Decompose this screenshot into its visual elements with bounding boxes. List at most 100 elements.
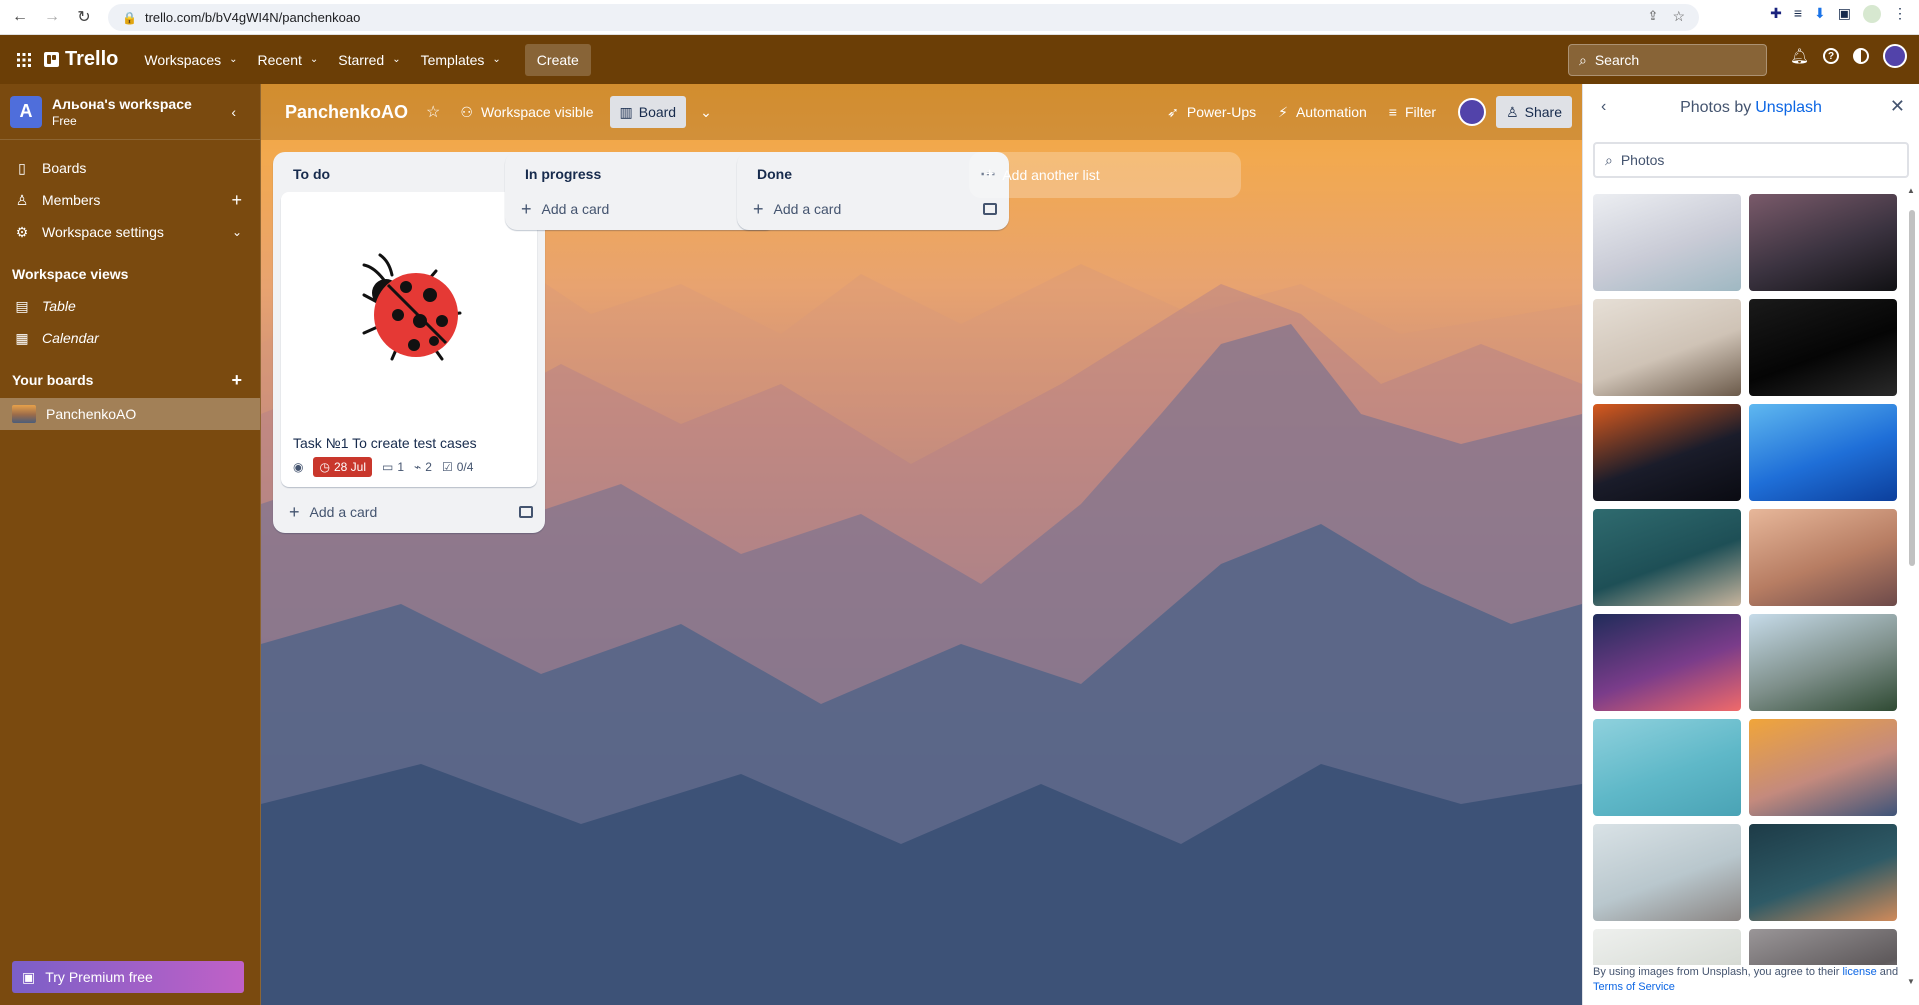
visibility-button[interactable]: ⚇ Workspace visible [460, 104, 593, 121]
photo-glass-cube[interactable] [1749, 299, 1897, 396]
paperclip-icon: ⌁ [414, 460, 422, 474]
due-date-badge[interactable]: ◷ 28 Jul [313, 457, 372, 477]
add-board-icon[interactable]: + [231, 370, 242, 391]
sidebar-item-label: PanchenkoAO [46, 406, 137, 422]
photo-teal-sea-rock[interactable] [1593, 509, 1741, 606]
browser-menu-icon[interactable]: ⋮ [1893, 5, 1907, 23]
card[interactable]: Task №1 To create test cases ◉ ◷ 28 Jul … [281, 192, 537, 487]
chevron-down-icon: ⌄ [492, 54, 501, 65]
photo-eclipse-planet[interactable] [1593, 404, 1741, 501]
menu-templates[interactable]: Templates ⌄ [411, 44, 511, 76]
menu-label: Recent [257, 51, 302, 68]
back-arrow-icon[interactable]: ← [8, 5, 32, 29]
menu-recent[interactable]: Recent ⌄ [248, 44, 329, 76]
extensions-icon[interactable]: ✚ [1770, 5, 1782, 23]
workspace-name[interactable]: Альона's workspace [52, 96, 231, 112]
add-list-button[interactable]: + Add another list [969, 152, 1241, 198]
person-icon: ♙ [15, 191, 29, 208]
views-dropdown-icon[interactable]: ⌄ [700, 104, 712, 121]
photo-sunset-mountain[interactable] [1749, 509, 1897, 606]
board-view-button[interactable]: ▥ Board [609, 96, 687, 128]
menu-label: Templates [420, 51, 485, 68]
help-icon[interactable]: ? [1823, 48, 1839, 64]
photo-snowy-forest[interactable] [1749, 614, 1897, 711]
sidebar: A Альона's workspace Free ‹ ▯ Boards ♙ M… [0, 84, 261, 1005]
account-avatar[interactable] [1883, 44, 1907, 68]
close-icon[interactable]: ✕ [1890, 96, 1905, 117]
trello-logo[interactable]: Trello [44, 48, 118, 71]
board-icon: ▯ [18, 159, 26, 176]
license-link[interactable]: license [1842, 966, 1876, 978]
profile-icon[interactable] [1863, 5, 1881, 23]
photo-blue-abstract[interactable] [1749, 404, 1897, 501]
back-icon[interactable]: ‹ [1601, 98, 1606, 116]
add-list-label: Add another list [1002, 167, 1100, 183]
forward-arrow-icon[interactable]: → [40, 5, 64, 29]
sidebar-item-calendar[interactable]: ▦ Calendar [0, 322, 260, 354]
scroll-up-icon[interactable]: ▲ [1907, 186, 1915, 195]
unsplash-link[interactable]: Unsplash [1755, 99, 1822, 117]
section-title: Your boards [12, 372, 94, 388]
sidebar-item-members[interactable]: ♙ Members + [0, 184, 260, 216]
photo-silver-waves[interactable] [1593, 194, 1741, 291]
photo-grid [1593, 194, 1902, 986]
add-person-icon: ♙ [1506, 103, 1519, 120]
photo-dark-mountains-dusk[interactable] [1749, 194, 1897, 291]
powerups-label: Power-Ups [1186, 104, 1257, 120]
collapse-sidebar-icon[interactable]: ‹ [231, 104, 236, 120]
photo-rocky-peak[interactable] [1593, 299, 1741, 396]
reading-list-icon[interactable]: ≡ [1794, 5, 1802, 23]
photo-orange-ridges[interactable] [1749, 719, 1897, 816]
address-bar[interactable]: 🔒 trello.com/b/bV4gWI4N/panchenkoao ⇪ ☆ [108, 4, 1699, 31]
photo-dark-gradient[interactable] [1593, 614, 1741, 711]
reload-icon[interactable]: ↻ [72, 5, 96, 29]
search-placeholder: Search [1594, 52, 1640, 68]
app-switcher-icon[interactable] [8, 44, 40, 76]
workspace-avatar[interactable]: A [10, 95, 42, 128]
list-title[interactable]: To do [293, 166, 330, 182]
photo-palm-trees[interactable] [1593, 719, 1741, 816]
chevron-down-icon[interactable]: ⌄ [232, 225, 242, 239]
share-page-icon[interactable]: ⇪ [1648, 8, 1659, 25]
scroll-down-icon[interactable]: ▼ [1907, 977, 1915, 986]
card-template-icon[interactable] [983, 203, 997, 215]
comments-badge: ▭ 1 [382, 460, 404, 474]
panel-scrollbar[interactable]: ▲ ▼ [1907, 186, 1917, 986]
automation-button[interactable]: ⚡︎ Automation [1278, 104, 1367, 121]
photo-teal-circles[interactable] [1749, 824, 1897, 921]
menu-workspaces[interactable]: Workspaces ⌄ [134, 44, 247, 76]
terms-of-service-link[interactable]: Terms of Service [1593, 981, 1675, 993]
list-title[interactable]: Done [757, 166, 792, 182]
photos-search-input[interactable]: ⌕ Photos [1593, 142, 1909, 178]
add-card-button[interactable]: + Add a card [737, 192, 1009, 226]
sidebar-board-panchenkoao[interactable]: PanchenkoAO [0, 398, 260, 430]
url-text[interactable]: trello.com/b/bV4gWI4N/panchenkoao [145, 10, 360, 25]
theme-icon[interactable] [1853, 48, 1869, 64]
star-board-icon[interactable]: ☆ [426, 102, 440, 122]
tab-search-icon[interactable]: ▣ [1838, 5, 1851, 23]
add-card-button[interactable]: + Add a card [273, 495, 545, 529]
app-header: Trello Workspaces ⌄ Recent ⌄ Starred ⌄ Temp… [0, 35, 1919, 84]
scrollbar-thumb[interactable] [1909, 210, 1915, 566]
clock-icon: ◷ [319, 460, 330, 474]
create-button[interactable]: Create [524, 43, 591, 76]
download-icon[interactable]: ⬇ [1814, 5, 1826, 23]
add-member-icon[interactable]: + [231, 190, 242, 211]
bookmark-star-icon[interactable]: ☆ [1672, 8, 1685, 25]
search-input[interactable]: ⌕ Search [1568, 44, 1767, 76]
board-title[interactable]: PanchenkoAO [285, 102, 408, 123]
checklist-icon: ☑ [441, 460, 453, 474]
photo-misty-peak[interactable] [1593, 824, 1741, 921]
menu-starred[interactable]: Starred ⌄ [328, 44, 410, 76]
filter-button[interactable]: ≡ Filter [1389, 104, 1436, 120]
list-title[interactable]: In progress [525, 166, 601, 182]
notifications-icon[interactable]: 🔔︎ [1790, 47, 1809, 65]
sidebar-item-workspace-settings[interactable]: ⚙ Workspace settings ⌄ [0, 216, 260, 248]
card-template-icon[interactable] [519, 506, 533, 518]
try-premium-button[interactable]: ▣ Try Premium free [12, 961, 244, 993]
sidebar-item-boards[interactable]: ▯ Boards [0, 152, 260, 184]
sidebar-item-table[interactable]: ▤ Table [0, 290, 260, 322]
powerups-button[interactable]: ➶ Power-Ups [1167, 104, 1256, 121]
member-avatar[interactable] [1458, 98, 1487, 126]
share-button[interactable]: ♙ Share [1496, 96, 1572, 128]
